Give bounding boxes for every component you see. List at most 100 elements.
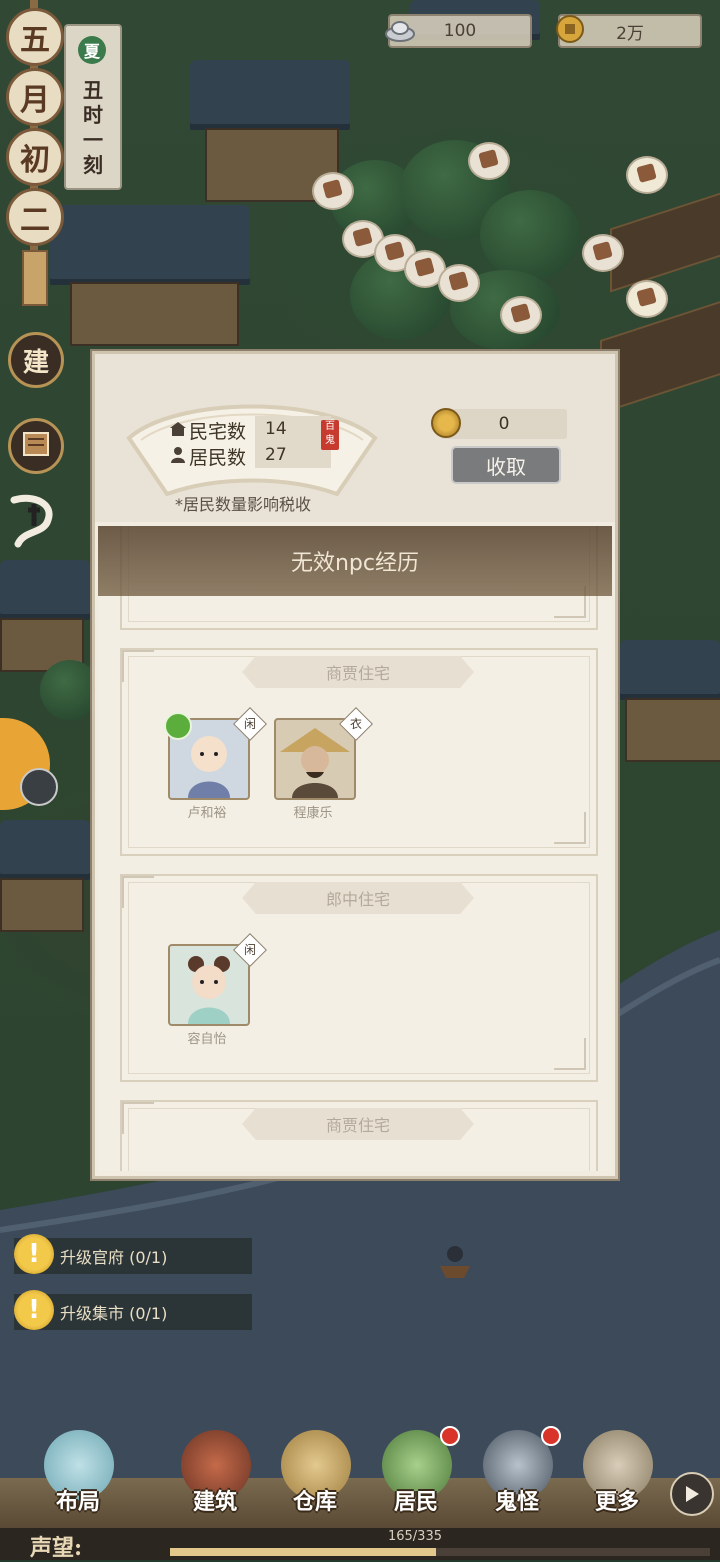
collect-button[interactable]: 收取 — [451, 446, 561, 484]
section-title: 商贾住宅 — [242, 656, 474, 688]
copper-coin-icon — [431, 408, 461, 438]
resident-name: 卢和裕 — [187, 806, 227, 821]
quest-upgrade-office[interactable]: ! 升级官府 (0/1) — [14, 1234, 252, 1274]
resident-count-value: 27 — [255, 442, 331, 468]
nav-label: 布局 — [55, 1489, 100, 1515]
build-button[interactable]: 建 — [8, 332, 64, 388]
harvest-bubble-icon[interactable] — [312, 172, 354, 210]
house-section: 商贾住宅 闲 卢和裕 衣 程康乐 — [120, 648, 598, 856]
scroll-book-button[interactable] — [8, 418, 64, 474]
nav-label: 鬼怪 — [494, 1489, 539, 1515]
tax-note: *居民数量影响税收 — [175, 495, 312, 514]
time-text: 丑 时 一 刻 — [78, 78, 108, 178]
corner-ornament — [554, 812, 586, 844]
date-char: 五 — [6, 8, 64, 66]
person-icon — [169, 446, 187, 464]
quest-upgrade-market[interactable]: ! 升级集市 (0/1) — [14, 1290, 252, 1330]
harvest-bubble-icon[interactable] — [582, 234, 624, 272]
time-char: 丑 — [83, 78, 103, 102]
nav-label: 仓库 — [292, 1489, 337, 1515]
nav-label: 建筑 — [192, 1489, 237, 1515]
exclamation-icon: ! — [14, 1234, 54, 1274]
resident-count-label: 居民数 — [189, 447, 247, 469]
house-section: 商贾住宅 — [120, 1100, 598, 1171]
next-arrow-button[interactable] — [670, 1472, 714, 1516]
building-roof[interactable] — [620, 640, 720, 700]
harvest-bubble-icon[interactable] — [468, 142, 510, 180]
status-tag-text: 衣 — [349, 717, 362, 731]
harvest-bubble-icon[interactable] — [500, 296, 542, 334]
nav-monsters[interactable]: 鬼怪 — [467, 1420, 567, 1530]
house-section: 郎中住宅 闲 容自怡 — [120, 874, 598, 1082]
nav-layout[interactable]: 布局 — [28, 1420, 128, 1530]
copper-coin-icon — [554, 14, 586, 44]
resident-list[interactable]: 商贾住宅 闲 卢和裕 衣 程康乐 郎中住宅 闲 容自怡 商贾住宅 无效npc经历 — [98, 526, 612, 1171]
silver-value: 100 — [443, 21, 477, 41]
resident-portrait — [168, 944, 250, 1026]
tree — [480, 190, 580, 280]
resident-name: 容自怡 — [187, 1032, 227, 1047]
quest-label: 升级官府 (0/1) — [60, 1248, 168, 1267]
harvest-bubble-icon[interactable] — [438, 264, 480, 302]
tree — [40, 660, 100, 720]
bottom-nav: 布局 建筑 仓库 居民 鬼怪 更多 — [0, 1420, 720, 1530]
residence-dialog: 民宅数 14 居民数 27 百鬼 0 收取 *居民数量影响税收 商贾住宅 闲 卢… — [92, 351, 618, 1179]
house-count-value: 14 — [255, 416, 331, 442]
silver-ingot-icon — [384, 14, 416, 44]
house-icon — [169, 420, 187, 438]
copper-value: 2万 — [616, 23, 644, 44]
resident-name: 程康乐 — [293, 806, 333, 821]
reputation-progress: 165/335 — [387, 1529, 442, 1544]
nav-warehouse[interactable]: 仓库 — [265, 1420, 365, 1530]
time-char: 时 — [83, 103, 103, 127]
date-char: 初 — [6, 128, 64, 186]
wheat-bubble-icon[interactable] — [626, 280, 668, 318]
season-badge: 夏 — [78, 36, 106, 64]
season-time-card[interactable]: 夏 丑 时 一 刻 — [64, 24, 122, 190]
boat-npc[interactable] — [438, 1240, 472, 1280]
quest-label: 升级集市 (0/1) — [60, 1304, 168, 1323]
time-char: 刻 — [83, 153, 103, 177]
tax-coin-amount: 0 — [498, 414, 510, 434]
camera-icon[interactable] — [20, 768, 58, 806]
section-title: 郎中住宅 — [242, 882, 474, 914]
status-tag-text: 闲 — [243, 717, 256, 731]
date-tassel — [22, 250, 48, 306]
building-wall — [70, 282, 239, 346]
silver-counter[interactable]: 100 — [385, 14, 532, 48]
building-roof[interactable] — [0, 560, 90, 620]
building-roof[interactable] — [0, 820, 90, 880]
reputation-track — [170, 1548, 710, 1556]
nav-buildings[interactable]: 建筑 — [165, 1420, 265, 1530]
book-icon — [20, 428, 52, 464]
resident-portrait — [274, 718, 356, 800]
copper-counter[interactable]: 2万 — [556, 14, 702, 48]
wheat-bubble-icon[interactable] — [626, 156, 668, 194]
exclamation-icon: ! — [14, 1290, 54, 1330]
reputation-bar: 声望: 165/335 — [0, 1528, 720, 1561]
section-title: 商贾住宅 — [242, 1108, 474, 1140]
play-arrow-icon — [686, 1486, 699, 1502]
corner-ornament — [122, 650, 154, 682]
nav-more[interactable]: 更多 — [567, 1420, 667, 1530]
reputation-label: 声望: — [30, 1535, 83, 1561]
nav-label: 居民 — [393, 1489, 438, 1515]
dialog-header: 民宅数 14 居民数 27 百鬼 0 收取 *居民数量影响税收 — [95, 354, 615, 522]
building-wall — [0, 878, 84, 932]
time-char: 一 — [83, 128, 103, 152]
date-char: 二 — [6, 188, 64, 246]
red-seal: 百鬼 — [321, 420, 339, 450]
building-wall — [625, 698, 720, 762]
nav-residents[interactable]: 居民 — [366, 1420, 466, 1530]
notification-dot — [440, 1426, 460, 1446]
corner-ornament — [122, 1102, 154, 1134]
date-char: 月 — [6, 68, 64, 126]
corner-ornament — [122, 876, 154, 908]
notification-dot — [541, 1426, 561, 1446]
nav-label: 更多 — [594, 1489, 639, 1515]
calligraphy-emblem-icon[interactable] — [4, 490, 64, 554]
fan-frame-icon — [126, 404, 378, 497]
building-roof[interactable] — [190, 60, 350, 130]
corner-ornament — [554, 1038, 586, 1070]
building-roof[interactable] — [50, 205, 250, 285]
